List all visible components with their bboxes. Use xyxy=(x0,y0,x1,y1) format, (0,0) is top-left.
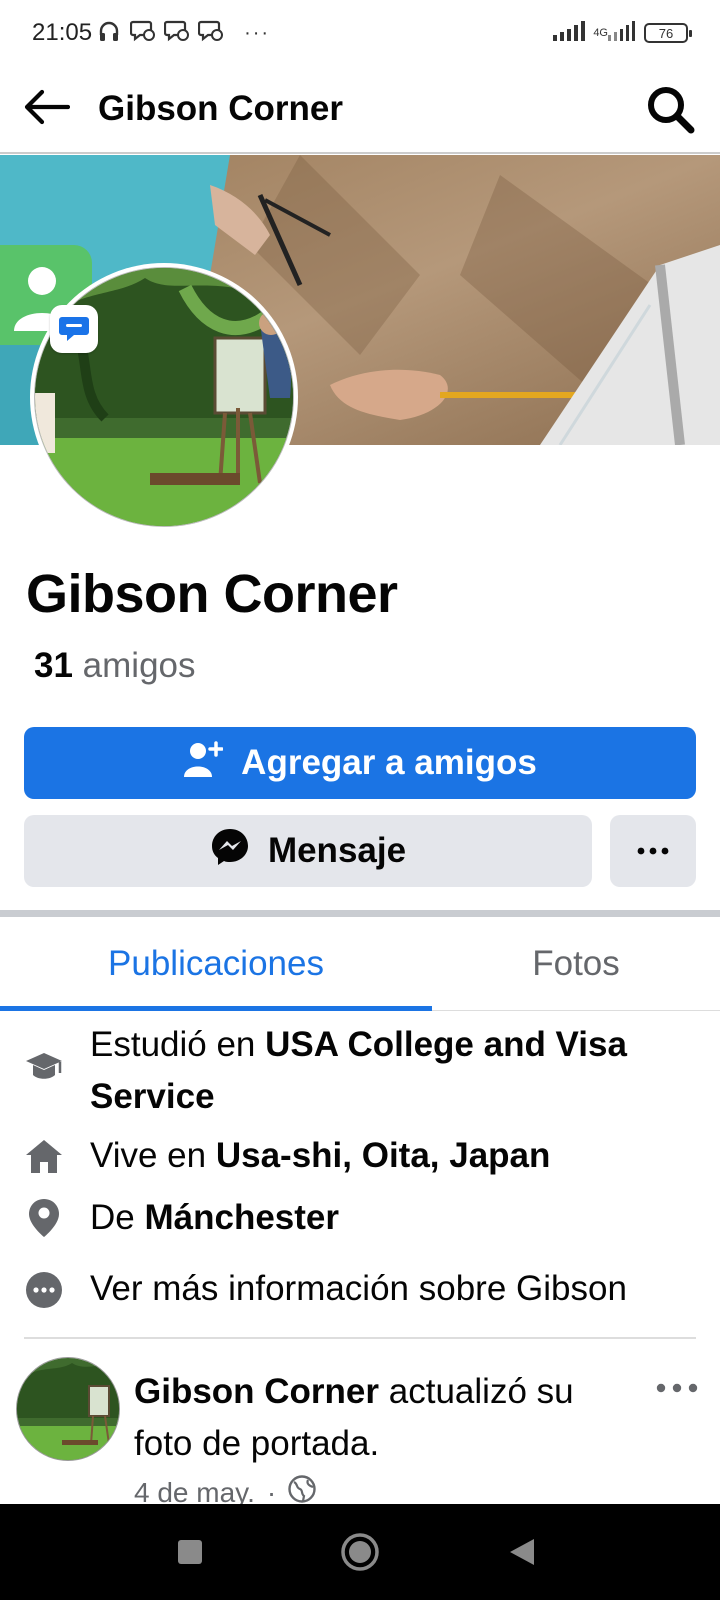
home-icon xyxy=(24,1138,64,1174)
signal-icon-secondary xyxy=(608,20,636,46)
ellipsis-icon xyxy=(637,842,669,860)
graduation-cap-icon xyxy=(24,1049,64,1085)
app-header: Gibson Corner xyxy=(0,66,720,154)
messenger-icon xyxy=(210,827,250,876)
tab-fotos[interactable]: Fotos xyxy=(432,917,720,1011)
back-arrow-icon[interactable] xyxy=(24,89,71,130)
add-friend-icon xyxy=(183,739,224,788)
messenger-notification-icon xyxy=(163,20,190,47)
chat-bubble-badge-icon xyxy=(50,305,98,353)
more-options-button[interactable] xyxy=(610,815,696,887)
info-studied-text: Estudió en USA College and Visa Service xyxy=(90,1019,704,1123)
status-bar: 21:05 ··· 4G 76 xyxy=(0,0,720,66)
message-label: Mensaje xyxy=(267,831,407,870)
friends-number: 31 xyxy=(34,646,73,685)
info-divider xyxy=(24,1337,696,1339)
home-button-icon[interactable] xyxy=(310,1504,410,1600)
more-info-icon xyxy=(24,1271,64,1309)
location-pin-icon xyxy=(24,1198,64,1238)
system-navigation-bar xyxy=(0,1504,720,1600)
post-header-text: Gibson Corner actualizó su foto de porta… xyxy=(134,1366,634,1470)
studied-prefix: Estudió en xyxy=(90,1025,256,1064)
info-studied: Estudió en USA College and Visa Service xyxy=(24,1019,704,1123)
post-options-icon[interactable] xyxy=(656,1380,698,1398)
add-friend-label: Agregar a amigos xyxy=(241,743,537,782)
friends-label: amigos xyxy=(82,646,196,685)
friends-count[interactable]: 31 amigos xyxy=(34,646,196,686)
profile-tabs: Publicaciones Fotos xyxy=(0,917,720,1011)
messenger-notification-icon xyxy=(197,20,224,47)
status-left: 21:05 ··· xyxy=(32,19,270,48)
signal-icon xyxy=(553,20,586,46)
battery-level: 76 xyxy=(658,25,674,41)
tab-publicaciones[interactable]: Publicaciones xyxy=(0,917,432,1011)
see-more-info[interactable]: Ver más información sobre Gibson xyxy=(24,1263,704,1315)
post-author-name[interactable]: Gibson Corner xyxy=(134,1372,379,1411)
battery-icon: 76 xyxy=(644,23,692,43)
network-type-label: 4G xyxy=(593,26,608,39)
headphones-icon xyxy=(98,19,120,48)
from-prefix: De xyxy=(90,1198,135,1237)
profile-name: Gibson Corner xyxy=(26,564,398,624)
see-more-info-text: Ver más información sobre Gibson xyxy=(90,1269,627,1308)
recents-icon[interactable] xyxy=(140,1504,240,1600)
notification-icons: ··· xyxy=(129,20,271,47)
from-location[interactable]: Mánchester xyxy=(144,1198,339,1237)
post-author-avatar[interactable] xyxy=(16,1357,120,1461)
profile-avatar[interactable] xyxy=(30,263,298,531)
section-divider xyxy=(0,910,720,917)
messenger-notification-icon xyxy=(129,20,156,47)
lives-prefix: Vive en xyxy=(90,1136,207,1175)
more-notifications-indicator: ··· xyxy=(244,21,271,44)
info-from-text: De Mánchester xyxy=(90,1192,339,1244)
status-right: 4G 76 xyxy=(553,20,692,46)
back-triangle-icon[interactable] xyxy=(472,1504,572,1600)
add-friend-button[interactable]: Agregar a amigos xyxy=(24,727,696,799)
lives-location[interactable]: Usa-shi, Oita, Japan xyxy=(216,1136,551,1175)
status-time: 21:05 xyxy=(32,19,93,46)
header-title: Gibson Corner xyxy=(98,89,344,128)
search-icon[interactable] xyxy=(644,83,696,135)
message-button[interactable]: Mensaje xyxy=(24,815,592,887)
info-lives: Vive en Usa-shi, Oita, Japan xyxy=(24,1130,704,1182)
info-from: De Mánchester xyxy=(24,1192,704,1244)
info-lives-text: Vive en Usa-shi, Oita, Japan xyxy=(90,1130,550,1182)
